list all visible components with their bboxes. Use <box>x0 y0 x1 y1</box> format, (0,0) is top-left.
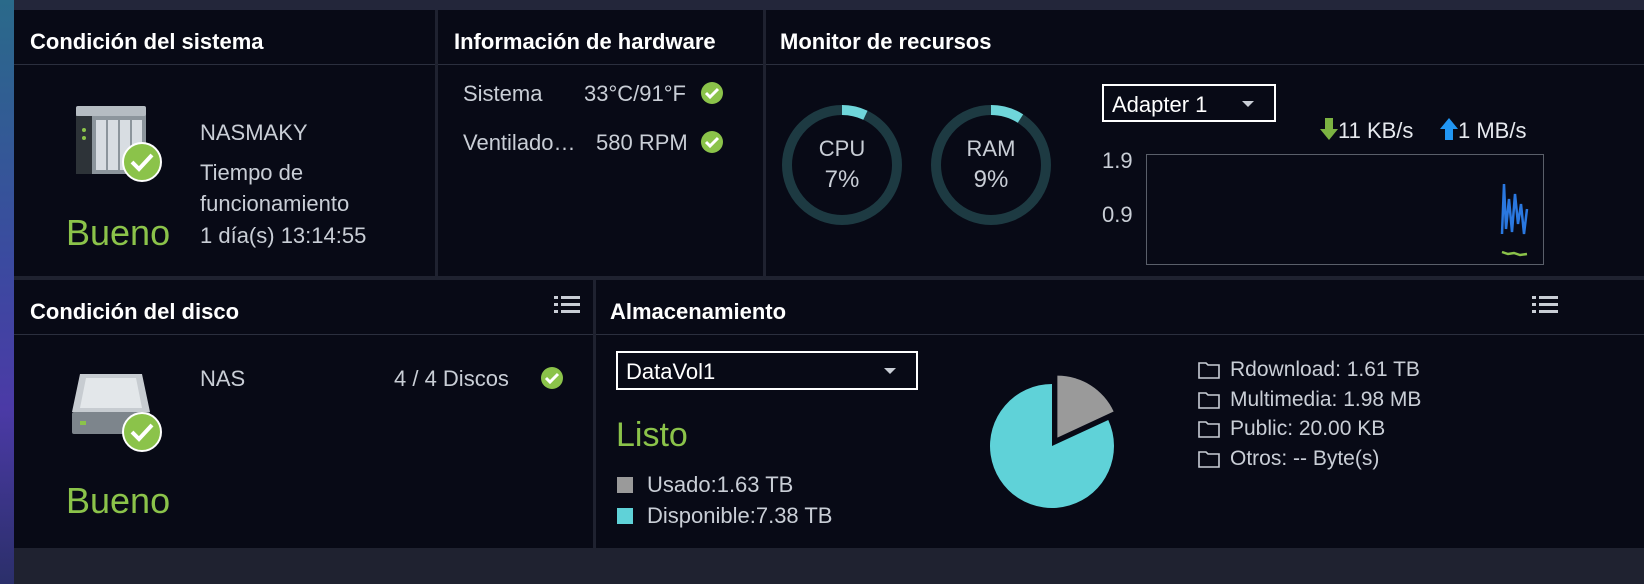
disk-health-panel: Condición del disco Bueno NAS 4 / 4 Disc… <box>14 280 593 548</box>
upload-speed: 1 MB/s <box>1458 118 1527 143</box>
list-menu-icon[interactable] <box>554 294 580 314</box>
disk-device-name: NAS <box>200 366 246 391</box>
download-arrow-icon <box>1320 118 1338 140</box>
hardware-header: Información de hardware <box>438 10 763 65</box>
used-legend-label: Usado:1.63 TB <box>647 472 794 497</box>
check-circle-icon <box>122 412 162 452</box>
hardware-row-value: 580 RPM <box>596 130 688 155</box>
hardware-info-panel: Información de hardware Sistema 33°C/91°… <box>438 10 763 276</box>
used-legend-swatch <box>617 477 633 493</box>
hardware-row-label: Ventilado… <box>463 130 576 155</box>
storage-panel: Almacenamiento DataVol1 Listo Usado:1.63… <box>596 280 1644 548</box>
storage-header: Almacenamiento <box>596 280 1644 335</box>
disk-health-header: Condición del disco <box>14 280 593 335</box>
folder-label: Public: 20.00 KB <box>1230 417 1386 440</box>
background-strip <box>0 0 1644 10</box>
ram-label: RAM <box>966 136 1016 161</box>
resource-monitor-title: Monitor de recursos <box>780 29 992 54</box>
list-menu-icon[interactable] <box>1532 294 1558 314</box>
ram-gauge <box>931 105 1051 225</box>
folder-icon <box>1198 392 1220 409</box>
hardware-row-value: 33°C/91°F <box>584 81 686 106</box>
chart-y-tick: 0.9 <box>1102 202 1133 227</box>
folder-icon <box>1198 421 1220 438</box>
cpu-gauge <box>782 105 902 225</box>
check-circle-icon <box>122 142 162 182</box>
volume-select-value: DataVol1 <box>626 359 716 384</box>
folder-label: Otros: -- Byte(s) <box>1230 447 1380 470</box>
device-name: NASMAKY <box>200 120 308 145</box>
upload-arrow-icon <box>1440 118 1458 140</box>
volume-select[interactable]: DataVol1 <box>616 351 918 390</box>
chevron-down-icon <box>1242 101 1254 107</box>
resource-monitor-header: Monitor de recursos <box>766 10 1644 65</box>
folder-icon <box>1198 362 1220 379</box>
uptime-label-line1: Tiempo de <box>200 160 304 185</box>
folder-label: Rdownload: 1.61 TB <box>1230 358 1420 381</box>
system-health-title: Condición del sistema <box>30 29 264 54</box>
adapter-select-value: Adapter 1 <box>1112 92 1208 117</box>
uptime-label-line2: funcionamiento <box>200 191 350 216</box>
network-chart <box>1146 154 1544 265</box>
hardware-row-label: Sistema <box>463 81 543 106</box>
chevron-down-icon <box>884 368 896 374</box>
resource-monitor-panel: Monitor de recursos CPU 7% RAM 9% Adapte… <box>766 10 1644 276</box>
desktop-background-edge <box>0 0 14 584</box>
available-legend-swatch <box>617 508 633 524</box>
check-circle-icon <box>701 82 723 104</box>
disk-status: Bueno <box>66 480 171 521</box>
check-circle-icon <box>701 131 723 153</box>
disk-count: 4 / 4 Discos <box>394 366 509 391</box>
uptime-value: 1 día(s) 13:14:55 <box>200 223 367 248</box>
adapter-select[interactable]: Adapter 1 <box>1102 84 1276 122</box>
upload-series-line <box>1500 183 1529 235</box>
system-health-header: Condición del sistema <box>14 10 435 65</box>
available-legend-label: Disponible:7.38 TB <box>647 503 833 528</box>
storage-pie-chart <box>990 375 1114 508</box>
storage-status: Listo <box>616 416 688 454</box>
system-health-panel: Condición del sistema Bueno NASMAKY Tiem… <box>14 10 435 276</box>
download-speed: 11 KB/s <box>1338 118 1414 143</box>
folder-icon <box>1198 451 1220 468</box>
cpu-label: CPU <box>818 136 866 161</box>
storage-title: Almacenamiento <box>610 299 787 324</box>
ram-value: 9% <box>973 166 1009 193</box>
folder-label: Multimedia: 1.98 MB <box>1230 388 1422 411</box>
disk-health-title: Condición del disco <box>30 299 240 324</box>
system-status: Bueno <box>66 212 171 253</box>
download-series-line <box>1501 250 1528 257</box>
check-circle-icon <box>541 367 563 389</box>
hardware-title: Información de hardware <box>454 29 716 54</box>
cpu-value: 7% <box>824 166 860 193</box>
chart-y-tick: 1.9 <box>1102 148 1133 173</box>
